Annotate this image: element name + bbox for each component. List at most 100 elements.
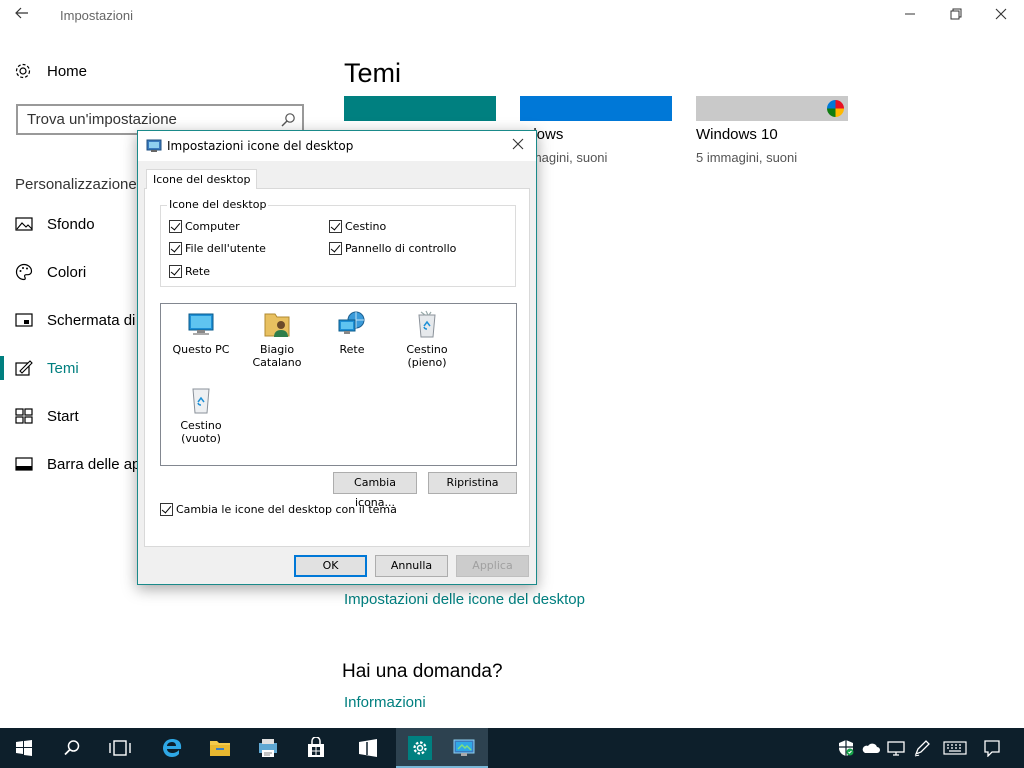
- dialog-close-icon[interactable]: [508, 135, 528, 155]
- app-title: Impostazioni: [60, 8, 133, 23]
- icon-item-recycle-bin-full[interactable]: Cestino (pieno): [387, 308, 467, 369]
- defender-icon[interactable]: [836, 738, 856, 758]
- file-explorer-icon[interactable]: [196, 728, 244, 768]
- user-folder-icon: [261, 308, 293, 340]
- checkbox-label: Rete: [185, 265, 210, 278]
- recycle-bin-empty-icon: [185, 384, 217, 416]
- dialog-title-bar: Impostazioni icone del desktop: [138, 131, 536, 161]
- icon-label: Cestino (pieno): [406, 343, 448, 369]
- edge-icon[interactable]: [148, 728, 196, 768]
- change-icon-button[interactable]: Cambia icona...: [333, 472, 417, 509]
- sidebar-item-label: Temi: [47, 359, 79, 377]
- task-view-icon[interactable]: [96, 728, 144, 768]
- start-icon[interactable]: [0, 728, 48, 768]
- recycle-bin-checkbox[interactable]: Cestino: [329, 220, 386, 233]
- desktop-icons-settings-link[interactable]: Impostazioni delle icone del desktop: [344, 591, 585, 608]
- search-icon[interactable]: [280, 112, 296, 128]
- checkbox-label: Cestino: [345, 220, 387, 233]
- projector-icon[interactable]: [886, 738, 906, 758]
- icon-item-this-pc[interactable]: Questo PC: [161, 308, 241, 356]
- checkbox-label: Computer: [185, 220, 240, 233]
- question-heading: Hai una domanda?: [342, 661, 503, 682]
- icon-item-user[interactable]: Biagio Catalano: [237, 308, 317, 369]
- checkbox-checked[interactable]: [169, 265, 182, 278]
- network-checkbox[interactable]: Rete: [169, 265, 210, 278]
- desktop-icons-app-icon[interactable]: [440, 728, 488, 768]
- sidebar-item-label: Start: [47, 407, 79, 425]
- lock-screen-icon: [15, 311, 33, 329]
- search-icon[interactable]: [48, 728, 96, 768]
- palette-icon: [15, 263, 33, 281]
- brush-icon: [15, 359, 33, 377]
- notification-icon[interactable]: [982, 738, 1002, 758]
- apply-button[interactable]: Applica: [456, 555, 529, 577]
- dialog-title: Impostazioni icone del desktop: [167, 139, 354, 153]
- taskbar-icon: [15, 455, 33, 473]
- pen-icon[interactable]: [912, 738, 932, 758]
- checkbox-label: Pannello di controllo: [345, 242, 457, 255]
- control-panel-checkbox[interactable]: Pannello di controllo: [329, 242, 456, 255]
- back-arrow-icon[interactable]: [10, 4, 34, 28]
- icon-label: Biagio Catalano: [252, 343, 302, 369]
- restore-default-button[interactable]: Ripristina: [428, 472, 517, 494]
- sidebar-item-label: Schermata di: [47, 311, 136, 329]
- desktop-icons-dialog: Impostazioni icone del desktop Icone del…: [137, 130, 537, 585]
- computer-checkbox[interactable]: Computer: [169, 220, 240, 233]
- theme-tile-2[interactable]: [520, 96, 672, 121]
- checkbox-checked[interactable]: [160, 503, 173, 516]
- tab-panel: Icone del desktop Computer Cestino File …: [144, 188, 530, 547]
- minimize-icon[interactable]: [898, 4, 922, 28]
- active-indicator: [0, 356, 4, 380]
- info-link[interactable]: Informazioni: [344, 694, 426, 711]
- media-app-icon[interactable]: [344, 728, 392, 768]
- section-label: Personalizzazione: [15, 176, 137, 193]
- icon-item-network[interactable]: Rete: [312, 308, 392, 356]
- theme-tile-1[interactable]: [344, 96, 496, 121]
- theme-subtitle: 5 immagini, suoni: [696, 150, 798, 165]
- gear-icon: [14, 62, 32, 80]
- settings-tile: [408, 736, 432, 760]
- icon-item-recycle-bin-empty[interactable]: Cestino (vuoto): [161, 384, 241, 445]
- close-icon[interactable]: [989, 4, 1013, 28]
- checkbox-label: Cambia le icone del desktop con il tema: [176, 503, 397, 516]
- icon-label: Questo PC: [172, 343, 230, 356]
- settings-icon[interactable]: [396, 728, 444, 768]
- ok-button[interactable]: OK: [294, 555, 367, 577]
- home-nav-item[interactable]: Home: [14, 62, 87, 80]
- keyboard-icon[interactable]: [942, 738, 968, 758]
- printer-app-icon[interactable]: [244, 728, 292, 768]
- sidebar-item-label: Colori: [47, 263, 87, 281]
- user-files-checkbox[interactable]: File dell'utente: [169, 242, 266, 255]
- restore-icon[interactable]: [944, 4, 968, 28]
- desktop-icons-app-icon: [146, 138, 162, 154]
- tab-desktop-icons[interactable]: Icone del desktop: [146, 169, 258, 189]
- checkbox-checked[interactable]: [169, 242, 182, 255]
- cancel-button[interactable]: Annulla: [375, 555, 448, 577]
- sidebar-item-label: Sfondo: [47, 215, 95, 233]
- title-bar: Impostazioni: [0, 0, 1024, 32]
- checkbox-checked[interactable]: [329, 220, 342, 233]
- group-label: Icone del desktop: [167, 198, 269, 211]
- picture-icon: [15, 215, 33, 233]
- start-tiles-icon: [15, 407, 33, 425]
- store-icon[interactable]: [292, 728, 340, 768]
- checkbox-checked[interactable]: [329, 242, 342, 255]
- allow-themes-checkbox[interactable]: Cambia le icone del desktop con il tema: [160, 503, 397, 516]
- icon-list[interactable]: Questo PC Biagio Catalano Rete Cestino (…: [160, 303, 517, 466]
- search-placeholder: Trova un'impostazione: [27, 111, 177, 128]
- desktop-icons-group: Icone del desktop Computer Cestino File …: [160, 198, 516, 287]
- home-label: Home: [47, 62, 88, 80]
- icon-label: Rete: [339, 343, 365, 356]
- theme-name: Windows 10: [696, 126, 778, 143]
- color-wheel-icon: [827, 100, 844, 117]
- network-icon: [336, 308, 368, 340]
- recycle-bin-full-icon: [411, 308, 443, 340]
- checkbox-label: File dell'utente: [185, 242, 266, 255]
- checkbox-checked[interactable]: [169, 220, 182, 233]
- sidebar-item-label: Barra delle ap: [47, 455, 141, 473]
- taskbar: [0, 728, 1024, 768]
- page-title: Temi: [344, 58, 402, 88]
- theme-tile-3[interactable]: [696, 96, 848, 121]
- icon-label: Cestino (vuoto): [180, 419, 222, 445]
- onedrive-icon[interactable]: [860, 738, 880, 758]
